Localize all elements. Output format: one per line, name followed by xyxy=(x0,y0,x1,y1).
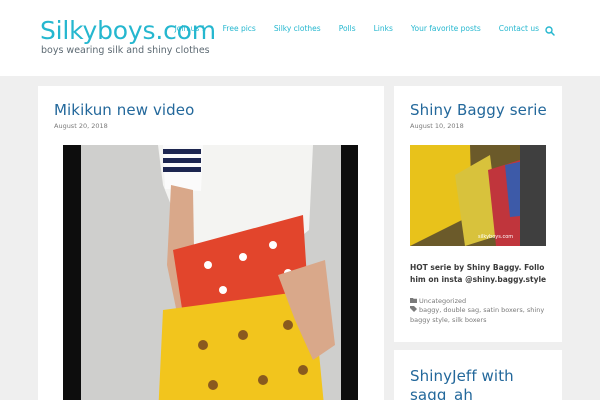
tag-link[interactable]: double sag xyxy=(443,306,479,314)
site-header: Silkyboys.com boys wearing silk and shin… xyxy=(0,0,600,76)
category-link[interactable]: Uncategorized xyxy=(419,297,466,305)
tag-link[interactable]: satin boxers xyxy=(483,306,523,314)
side-post-2-title[interactable]: ShinyJeff with sagg_ah xyxy=(410,367,514,400)
main-navigation: Join us ! Free pics Silky clothes Polls … xyxy=(166,24,548,33)
side-post-title[interactable]: Shiny Baggy serie xyxy=(410,101,547,119)
side-post-2-title-line2: sagg_ah xyxy=(410,386,473,400)
nav-item-polls[interactable]: Polls xyxy=(330,24,365,33)
nav-item-silky-clothes[interactable]: Silky clothes xyxy=(265,24,330,33)
search-icon[interactable] xyxy=(544,25,556,37)
side-post-photo: silkyboys.com xyxy=(410,145,546,246)
main-post-title[interactable]: Mikikun new video xyxy=(54,101,194,119)
tag-link[interactable]: baggy xyxy=(419,306,439,314)
side-post-2-title-line1: ShinyJeff with xyxy=(410,367,514,385)
main-post-card: Mikikun new video August 20, 2018 xyxy=(38,86,384,400)
side-post-date[interactable]: August 10, 2018 xyxy=(410,122,464,130)
side-post-tags: baggy, double sag, satin boxers, shiny b… xyxy=(410,306,545,324)
main-post-image[interactable] xyxy=(63,145,358,400)
tag-icon xyxy=(410,306,417,312)
side-post-card-2: ShinyJeff with sagg_ah xyxy=(394,350,562,400)
side-post-card: Shiny Baggy serie August 10, 2018 silkyb… xyxy=(394,86,562,342)
nav-item-links[interactable]: Links xyxy=(365,24,402,33)
nav-item-free-pics[interactable]: Free pics xyxy=(214,24,265,33)
main-post-date[interactable]: August 20, 2018 xyxy=(54,122,108,130)
nav-item-contact-us[interactable]: Contact us xyxy=(490,24,548,33)
folder-icon xyxy=(410,298,417,303)
tag-link[interactable]: silk boxers xyxy=(452,316,486,324)
side-post-image-watermark: silkyboys.com xyxy=(478,234,513,240)
side-post-image[interactable]: silkyboys.com xyxy=(410,145,546,246)
nav-item-join-us[interactable]: Join us ! xyxy=(166,24,214,33)
nav-item-favorite-posts[interactable]: Your favorite posts xyxy=(402,24,490,33)
side-post-excerpt: HOT serie by Shiny Baggy. Follo him on i… xyxy=(410,263,547,284)
site-tagline: boys wearing silk and shiny clothes xyxy=(41,45,210,56)
main-post-photo xyxy=(63,145,358,400)
